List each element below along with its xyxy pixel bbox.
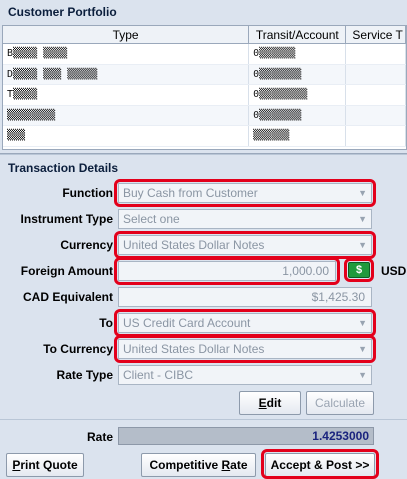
cell-service: [346, 105, 406, 125]
edit-button[interactable]: Edit: [239, 391, 301, 415]
cell-service: [346, 85, 406, 105]
print-label: rint Quote: [20, 458, 78, 472]
competitive-label-rest: ate: [230, 458, 248, 472]
column-header-type[interactable]: Type: [3, 26, 250, 43]
cell-account: 0▒▒▒▒▒▒▒: [249, 64, 347, 84]
divider: [0, 419, 407, 420]
to-label: To: [99, 316, 113, 330]
highlight-to: [114, 309, 376, 337]
table-row[interactable]: B▒▒▒▒ ▒▒▒▒ 0▒▒▒▒▒▒: [3, 44, 406, 65]
table-row[interactable]: ▒▒▒▒▒▒▒▒ 0▒▒▒▒▒▒▒: [3, 105, 406, 126]
cell-account: 0▒▒▒▒▒▒▒: [249, 105, 347, 125]
cell-type: ▒▒▒▒▒▒▒▒: [3, 105, 250, 125]
print-quote-button[interactable]: Print Quote: [6, 453, 84, 477]
rate-type-value: Client - CIBC: [123, 368, 194, 382]
column-header-service-type[interactable]: Service T: [346, 26, 406, 43]
highlight-to-currency: [114, 335, 376, 363]
to-currency-label: To Currency: [43, 342, 113, 356]
calculate-button[interactable]: Calculate: [306, 391, 374, 415]
foreign-currency-code: USD: [381, 264, 407, 278]
instrument-type-value: Select one: [123, 212, 180, 226]
rate-value: 1.4253000: [118, 427, 374, 445]
cell-type: ▒▒▒: [3, 126, 250, 146]
instrument-type-label: Instrument Type: [20, 212, 113, 226]
currency-label: Currency: [60, 238, 113, 252]
column-header-transit-account[interactable]: Transit/Account: [249, 26, 347, 43]
rate-type-label: Rate Type: [56, 368, 113, 382]
cad-equivalent-value: $1,425.30: [118, 287, 372, 307]
cell-type: T▒▒▒▒: [3, 85, 250, 105]
competitive-mnemonic: R: [221, 458, 231, 472]
function-label: Function: [62, 186, 113, 200]
highlight-foreign-amount: [114, 257, 340, 285]
transaction-details-title: Transaction Details: [8, 161, 119, 175]
edit-label: dit: [266, 396, 282, 410]
cell-type: D▒▒▒▒ ▒▒▒ ▒▒▒▒▒: [3, 64, 250, 84]
cad-equivalent-label: CAD Equivalent: [22, 290, 113, 304]
cell-service: [346, 44, 406, 64]
competitive-rate-button[interactable]: Competitive Rate: [141, 453, 256, 477]
foreign-amount-label: Foreign Amount: [20, 264, 113, 278]
highlight-function: [114, 179, 376, 207]
cell-account: 0▒▒▒▒▒▒: [249, 44, 347, 64]
customer-portfolio-title: Customer Portfolio: [8, 5, 117, 19]
cell-account: 0▒▒▒▒▒▒▒▒: [249, 85, 347, 105]
table-row[interactable]: ▒▒▒ ▒▒▒▒▒▒: [3, 126, 406, 147]
cell-service: [346, 64, 406, 84]
cell-account: ▒▒▒▒▒▒: [249, 126, 347, 146]
chevron-down-icon[interactable]: ▼: [358, 210, 367, 228]
rate-label: Rate: [86, 430, 113, 444]
competitive-label: Competitive: [149, 458, 222, 472]
edit-mnemonic: E: [258, 396, 267, 410]
highlight-money-icon: [344, 258, 374, 282]
highlight-accept-post: [261, 449, 379, 479]
highlight-currency: [114, 231, 376, 259]
section-divider[interactable]: [0, 153, 407, 155]
portfolio-header: Type Transit/Account Service T: [3, 26, 406, 44]
table-row[interactable]: D▒▒▒▒ ▒▒▒ ▒▒▒▒▒ 0▒▒▒▒▒▒▒: [3, 64, 406, 85]
chevron-down-icon[interactable]: ▼: [358, 366, 367, 384]
rate-type-select[interactable]: Client - CIBC ▼: [118, 365, 372, 385]
cell-type: B▒▒▒▒ ▒▒▒▒: [3, 44, 250, 64]
table-row[interactable]: T▒▒▒▒ 0▒▒▒▒▒▒▒▒: [3, 85, 406, 106]
portfolio-table[interactable]: Type Transit/Account Service T B▒▒▒▒ ▒▒▒…: [2, 25, 407, 150]
cell-service: [346, 126, 406, 146]
instrument-type-select[interactable]: Select one ▼: [118, 209, 372, 229]
